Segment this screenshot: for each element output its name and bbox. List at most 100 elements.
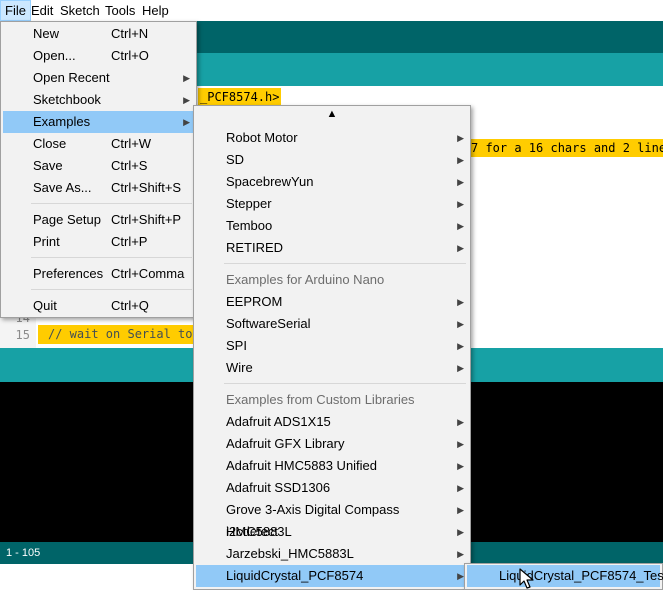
section-header-nano: Examples for Arduino Nano: [226, 272, 385, 287]
chevron-right-icon: ▶: [183, 117, 190, 127]
file-menu-examples[interactable]: Examples ▶: [3, 111, 194, 133]
menu-item-label: Temboo: [226, 218, 273, 233]
menu-edit[interactable]: Edit: [27, 0, 57, 21]
menu-item-label: New: [33, 26, 60, 41]
chevron-right-icon: ▶: [457, 297, 464, 307]
mouse-cursor-icon: [519, 568, 534, 589]
menu-item-shortcut: Ctrl+N: [111, 26, 149, 41]
serial-comment-line: // wait on Serial to: [38, 325, 198, 344]
file-menu-page-setup[interactable]: Page Setup Ctrl+Shift+P: [3, 209, 194, 231]
chevron-right-icon: ▶: [457, 155, 464, 165]
chevron-right-icon: ▶: [457, 527, 464, 537]
chevron-right-icon: ▶: [457, 363, 464, 373]
examples-submenu: ▲ Robot Motor ▶ SD ▶ SpacebrewYun ▶ Step…: [193, 105, 471, 590]
line-number: 15: [15, 328, 30, 342]
menu-item-label: Adafruit SSD1306: [226, 480, 331, 495]
menu-item-label: Open Recent: [33, 70, 110, 85]
chevron-right-icon: ▶: [457, 571, 464, 581]
menu-item-label: Close: [33, 136, 67, 151]
menu-item-label: Save: [33, 158, 63, 173]
chevron-right-icon: ▶: [457, 483, 464, 493]
examples-item-i2cdetect[interactable]: i2cdetect ▶: [196, 521, 468, 543]
file-menu-save[interactable]: Save Ctrl+S: [3, 155, 194, 177]
menu-separator: [224, 383, 466, 384]
chevron-right-icon: ▶: [457, 177, 464, 187]
examples-item-liquidcrystal-pcf8574[interactable]: LiquidCrystal_PCF8574 ▶: [196, 565, 468, 587]
include-line-fragment: _PCF8574.h>: [198, 88, 282, 106]
chevron-right-icon: ▶: [183, 95, 190, 105]
chevron-right-icon: ▶: [457, 461, 464, 471]
chevron-right-icon: ▶: [457, 417, 464, 427]
menu-item-label: SD: [226, 152, 245, 167]
examples-item-robot-motor[interactable]: Robot Motor ▶: [196, 127, 468, 149]
examples-item-grove-compass[interactable]: Grove 3-Axis Digital Compass HMC5883L ▶: [196, 499, 468, 539]
examples-item-eeprom[interactable]: EEPROM ▶: [196, 291, 468, 313]
menu-item-label: Wire: [226, 360, 253, 375]
examples-item-adafruit-ssd1306[interactable]: Adafruit SSD1306 ▶: [196, 477, 468, 499]
file-menu-sketchbook[interactable]: Sketchbook ▶: [3, 89, 194, 111]
examples-item-spi[interactable]: SPI ▶: [196, 335, 468, 357]
chevron-right-icon: ▶: [183, 73, 190, 83]
file-menu-open-recent[interactable]: Open Recent ▶: [3, 67, 194, 89]
menu-item-shortcut: Ctrl+W: [111, 136, 152, 151]
line-info: 1 - 105: [6, 547, 41, 559]
chevron-right-icon: ▶: [457, 341, 464, 351]
menu-item-label: Jarzebski_HMC5883L: [226, 546, 354, 561]
examples-item-adafruit-ads1x15[interactable]: Adafruit ADS1X15 ▶: [196, 411, 468, 433]
scroll-up-icon[interactable]: ▲: [194, 108, 470, 126]
liquidcrystal-submenu: LiquidCrystal_PCF8574_Test: [464, 563, 663, 590]
file-menu-new[interactable]: New Ctrl+N: [3, 23, 194, 45]
menu-item-label: Examples: [33, 114, 91, 129]
menu-item-label: SpacebrewYun: [226, 174, 314, 189]
menubar: File Edit Sketch Tools Help: [0, 0, 663, 22]
chevron-right-icon: ▶: [457, 549, 464, 559]
menu-item-label: RETIRED: [226, 240, 284, 255]
examples-item-sd[interactable]: SD ▶: [196, 149, 468, 171]
menu-item-label: i2cdetect: [226, 524, 279, 539]
menu-item-shortcut: Ctrl+Comma: [111, 266, 185, 281]
menu-item-label: Page Setup: [33, 212, 101, 227]
menu-item-label: Adafruit GFX Library: [226, 436, 345, 451]
menu-separator: [224, 263, 466, 264]
file-menu-print[interactable]: Print Ctrl+P: [3, 231, 194, 253]
chevron-right-icon: ▶: [457, 221, 464, 231]
menu-item-label: SoftwareSerial: [226, 316, 311, 331]
file-menu-save-as[interactable]: Save As... Ctrl+Shift+S: [3, 177, 194, 199]
menu-item-shortcut: Ctrl+P: [111, 234, 148, 249]
examples-item-spacebrewyun[interactable]: SpacebrewYun ▶: [196, 171, 468, 193]
menu-item-label: EEPROM: [226, 294, 283, 309]
menu-help[interactable]: Help: [138, 0, 173, 21]
example-liquidcrystal-test[interactable]: LiquidCrystal_PCF8574_Test: [467, 565, 663, 587]
examples-item-wire[interactable]: Wire ▶: [196, 357, 468, 379]
menu-separator: [31, 203, 192, 204]
chevron-right-icon: ▶: [457, 133, 464, 143]
examples-item-softwareserial[interactable]: SoftwareSerial ▶: [196, 313, 468, 335]
examples-item-adafruit-gfx[interactable]: Adafruit GFX Library ▶: [196, 433, 468, 455]
chevron-right-icon: ▶: [457, 319, 464, 329]
comment-line-fragment: 7 for a 16 chars and 2 line: [469, 139, 663, 157]
chevron-right-icon: ▶: [457, 199, 464, 209]
menu-sketch[interactable]: Sketch: [56, 0, 104, 21]
menu-item-shortcut: Ctrl+S: [111, 158, 148, 173]
examples-item-retired[interactable]: RETIRED ▶: [196, 237, 468, 259]
examples-item-adafruit-hmc5883[interactable]: Adafruit HMC5883 Unified ▶: [196, 455, 468, 477]
menu-item-label: Open...: [33, 48, 76, 63]
menu-item-shortcut: Ctrl+Shift+P: [111, 212, 182, 227]
menu-separator: [31, 289, 192, 290]
examples-item-temboo[interactable]: Temboo ▶: [196, 215, 468, 237]
file-menu-open[interactable]: Open... Ctrl+O: [3, 45, 194, 67]
examples-item-jarzebski[interactable]: Jarzebski_HMC5883L ▶: [196, 543, 468, 565]
file-menu-close[interactable]: Close Ctrl+W: [3, 133, 194, 155]
menu-item-label: Stepper: [226, 196, 272, 211]
menu-item-label: Quit: [33, 298, 57, 313]
menu-item-label: Save As...: [33, 180, 92, 195]
menu-item-label: Robot Motor: [226, 130, 298, 145]
menu-tools[interactable]: Tools: [101, 0, 139, 21]
file-menu-preferences[interactable]: Preferences Ctrl+Comma: [3, 263, 194, 285]
file-menu: New Ctrl+N Open... Ctrl+O Open Recent ▶ …: [0, 21, 197, 318]
menu-separator: [31, 257, 192, 258]
file-menu-quit[interactable]: Quit Ctrl+Q: [3, 295, 194, 317]
examples-item-stepper[interactable]: Stepper ▶: [196, 193, 468, 215]
menu-item-label: Adafruit ADS1X15: [226, 414, 331, 429]
menu-item-label: Preferences: [33, 266, 104, 281]
